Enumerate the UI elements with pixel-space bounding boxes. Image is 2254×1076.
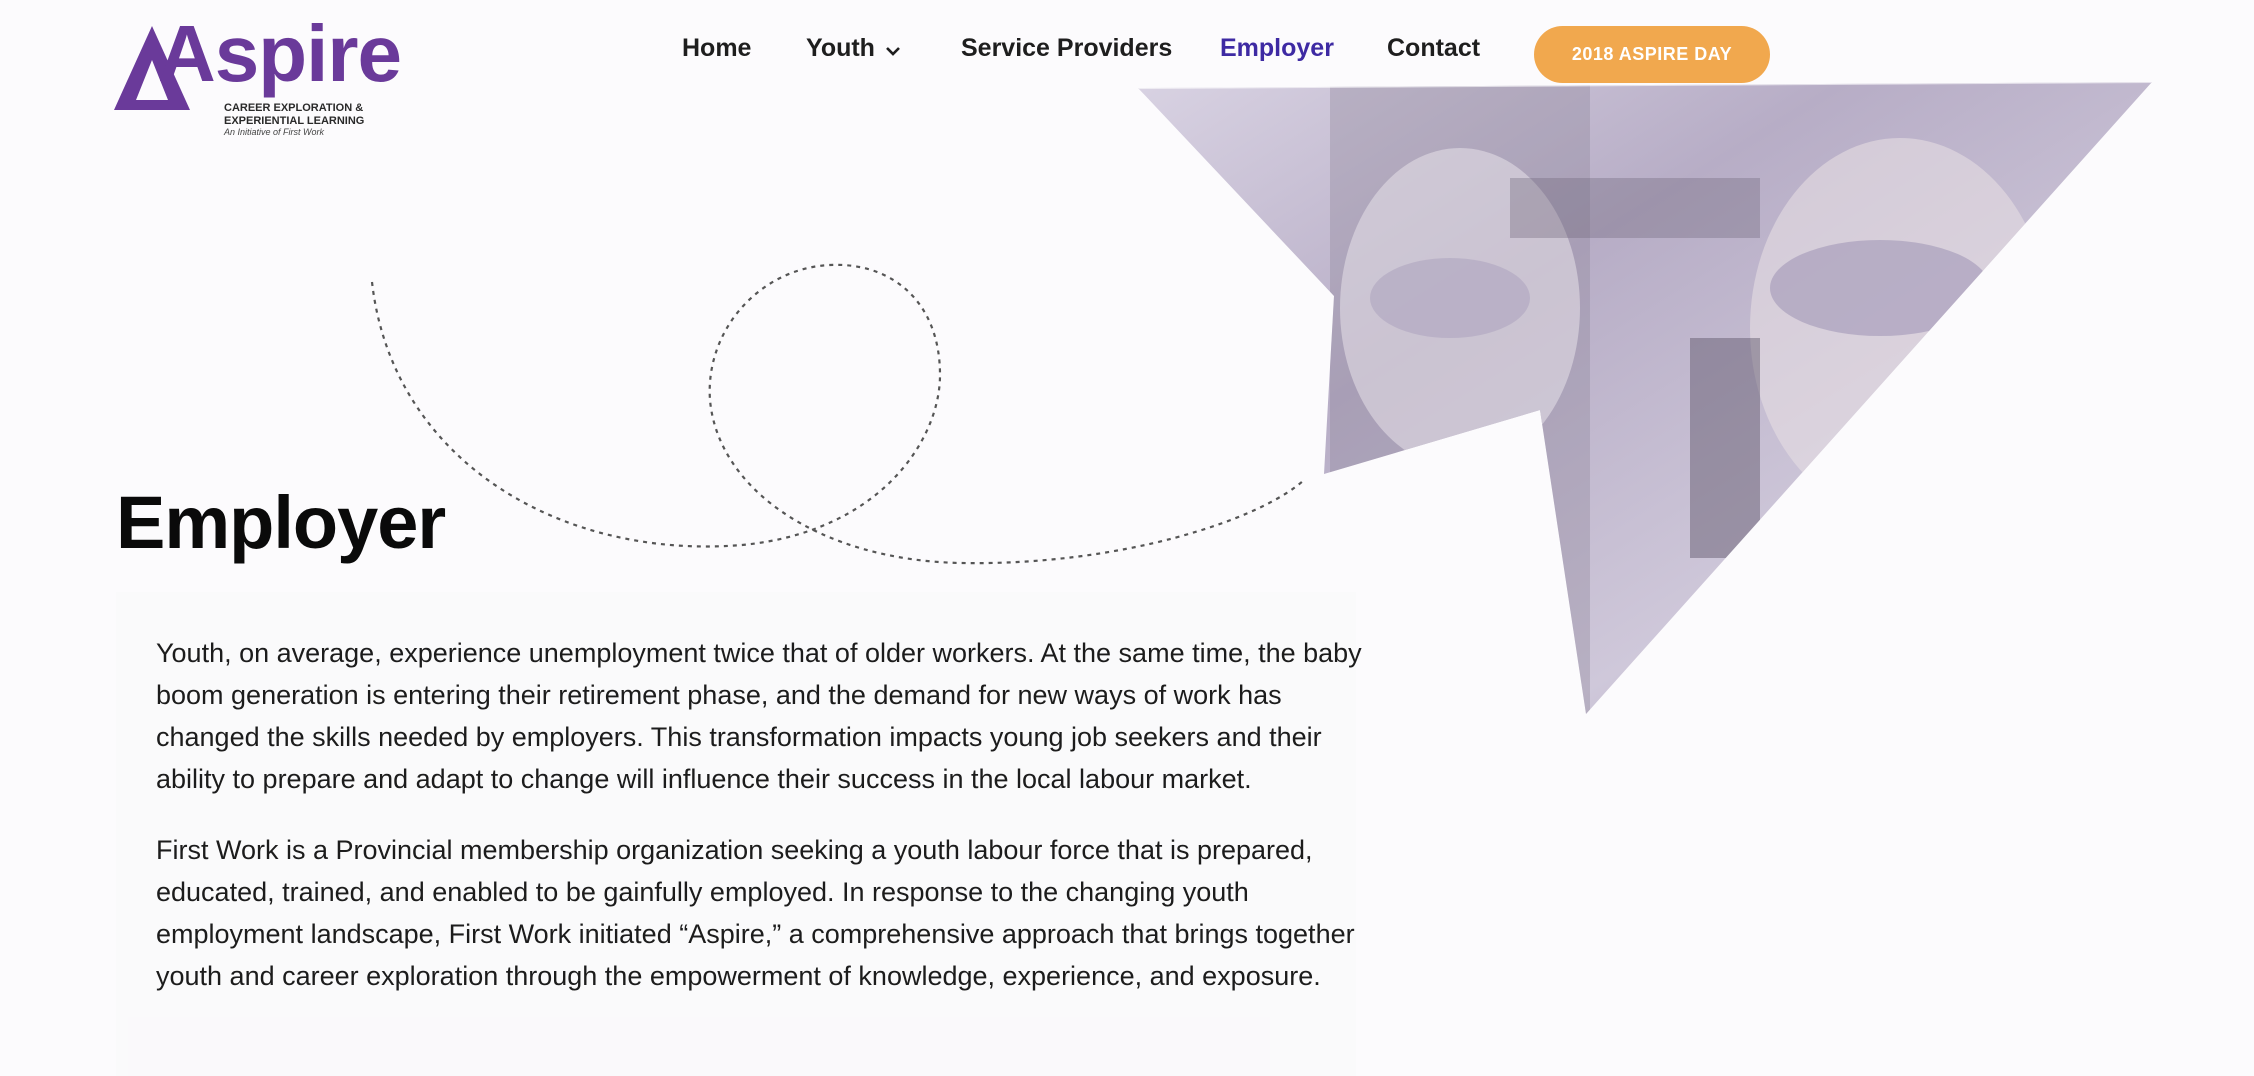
- intro-paragraph: Youth, on average, experience unemployme…: [156, 638, 1362, 794]
- page-title: Employer: [116, 481, 446, 564]
- nav-item-home[interactable]: Home: [682, 34, 751, 63]
- first-work-paragraph: First Work is a Provincial membership or…: [156, 835, 1355, 991]
- logo-subline: An Initiative of First Work: [224, 127, 325, 137]
- aspire-day-button[interactable]: 2018 ASPIRE DAY: [1534, 26, 1770, 83]
- nav-item-youth[interactable]: Youth: [806, 34, 901, 64]
- chevron-down-icon: [885, 35, 901, 64]
- main-nav: Home Youth Service Providers Employer Co…: [0, 30, 2254, 74]
- logo-tagline: CAREER EXPLORATION & EXPERIENTIAL LEARNI…: [224, 102, 365, 127]
- nav-item-contact[interactable]: Contact: [1387, 34, 1480, 63]
- nav-item-youth-label: Youth: [806, 34, 875, 62]
- nav-item-service-providers[interactable]: Service Providers: [961, 34, 1172, 63]
- nav-item-employer[interactable]: Employer: [1220, 34, 1334, 63]
